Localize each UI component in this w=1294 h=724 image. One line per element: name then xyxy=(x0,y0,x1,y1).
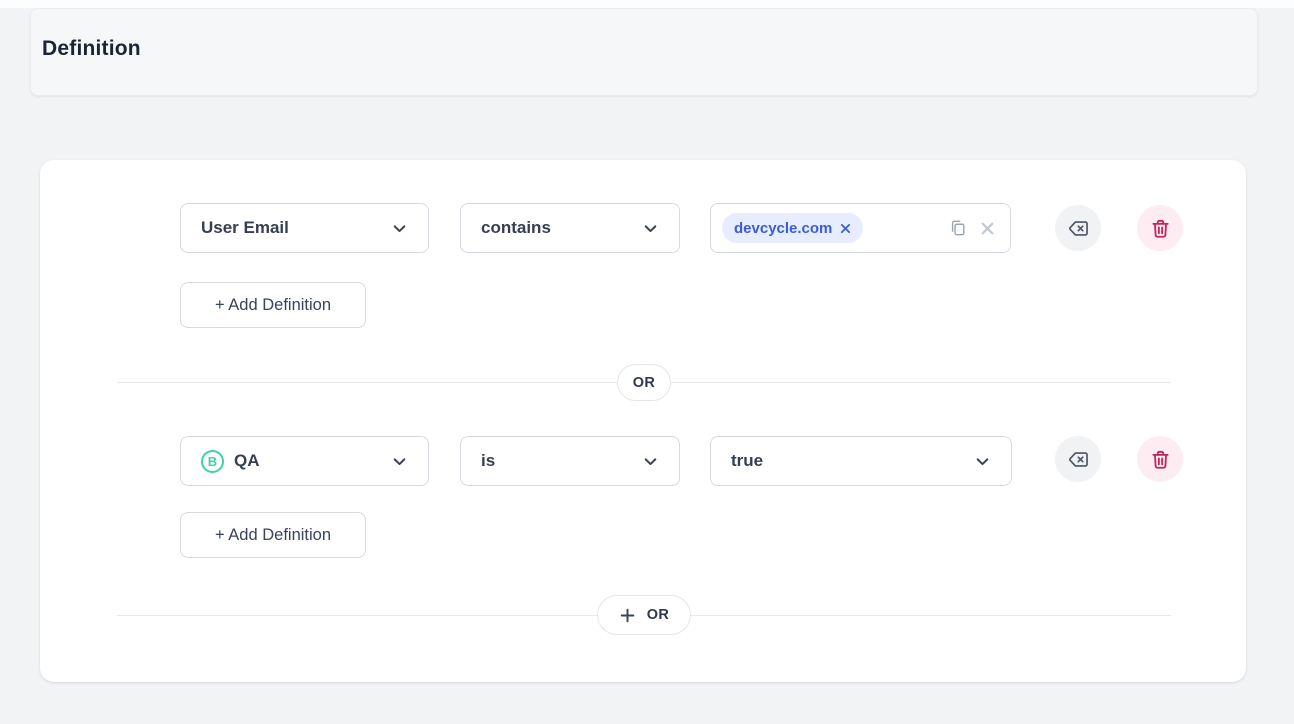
chevron-down-icon xyxy=(391,220,408,237)
property-select-label: QA xyxy=(234,451,391,471)
add-or-label: OR xyxy=(647,607,670,623)
screen: Definition User Email contains devcycle.… xyxy=(0,0,1294,724)
input-actions xyxy=(948,218,996,238)
chevron-down-icon xyxy=(642,220,659,237)
tag-chip: devcycle.com xyxy=(722,213,863,243)
definition-card: User Email contains devcycle.com xyxy=(40,160,1246,682)
property-select[interactable]: User Email xyxy=(180,203,429,253)
add-definition-button[interactable]: + Add Definition xyxy=(180,512,366,558)
clear-icon[interactable] xyxy=(979,220,996,237)
value-select-label: true xyxy=(731,451,974,471)
comparator-select-label: contains xyxy=(481,218,642,238)
page-title: Definition xyxy=(42,37,141,61)
definition-header-panel: Definition xyxy=(30,8,1258,96)
chevron-down-icon xyxy=(642,453,659,470)
add-or-button[interactable]: OR xyxy=(597,595,691,635)
backspace-button[interactable] xyxy=(1055,436,1101,482)
tag-chip-label: devcycle.com xyxy=(734,220,832,237)
backspace-icon xyxy=(1066,447,1091,472)
chevron-down-icon xyxy=(391,453,408,470)
copy-icon[interactable] xyxy=(948,218,968,238)
delete-rule-button[interactable] xyxy=(1137,205,1183,251)
delete-rule-button[interactable] xyxy=(1137,436,1183,482)
value-tag-input[interactable]: devcycle.com xyxy=(710,203,1011,253)
comparator-select[interactable]: contains xyxy=(460,203,680,253)
add-definition-button[interactable]: + Add Definition xyxy=(180,282,366,328)
comparator-select[interactable]: is xyxy=(460,436,680,486)
top-strip xyxy=(0,0,1294,8)
add-definition-label: + Add Definition xyxy=(215,296,331,315)
comparator-select-label: is xyxy=(481,451,642,471)
chip-remove-icon[interactable] xyxy=(840,223,851,234)
add-definition-label: + Add Definition xyxy=(215,526,331,545)
plus-icon xyxy=(619,607,636,624)
value-select[interactable]: true xyxy=(710,436,1012,486)
or-divider-label: OR xyxy=(617,364,671,401)
property-select[interactable]: B QA xyxy=(180,436,429,486)
chevron-down-icon xyxy=(974,453,991,470)
backspace-icon xyxy=(1066,216,1091,241)
trash-icon xyxy=(1149,448,1172,471)
trash-icon xyxy=(1149,217,1172,240)
backspace-button[interactable] xyxy=(1055,205,1101,251)
property-select-label: User Email xyxy=(201,218,391,238)
boolean-badge-icon: B xyxy=(201,450,224,473)
